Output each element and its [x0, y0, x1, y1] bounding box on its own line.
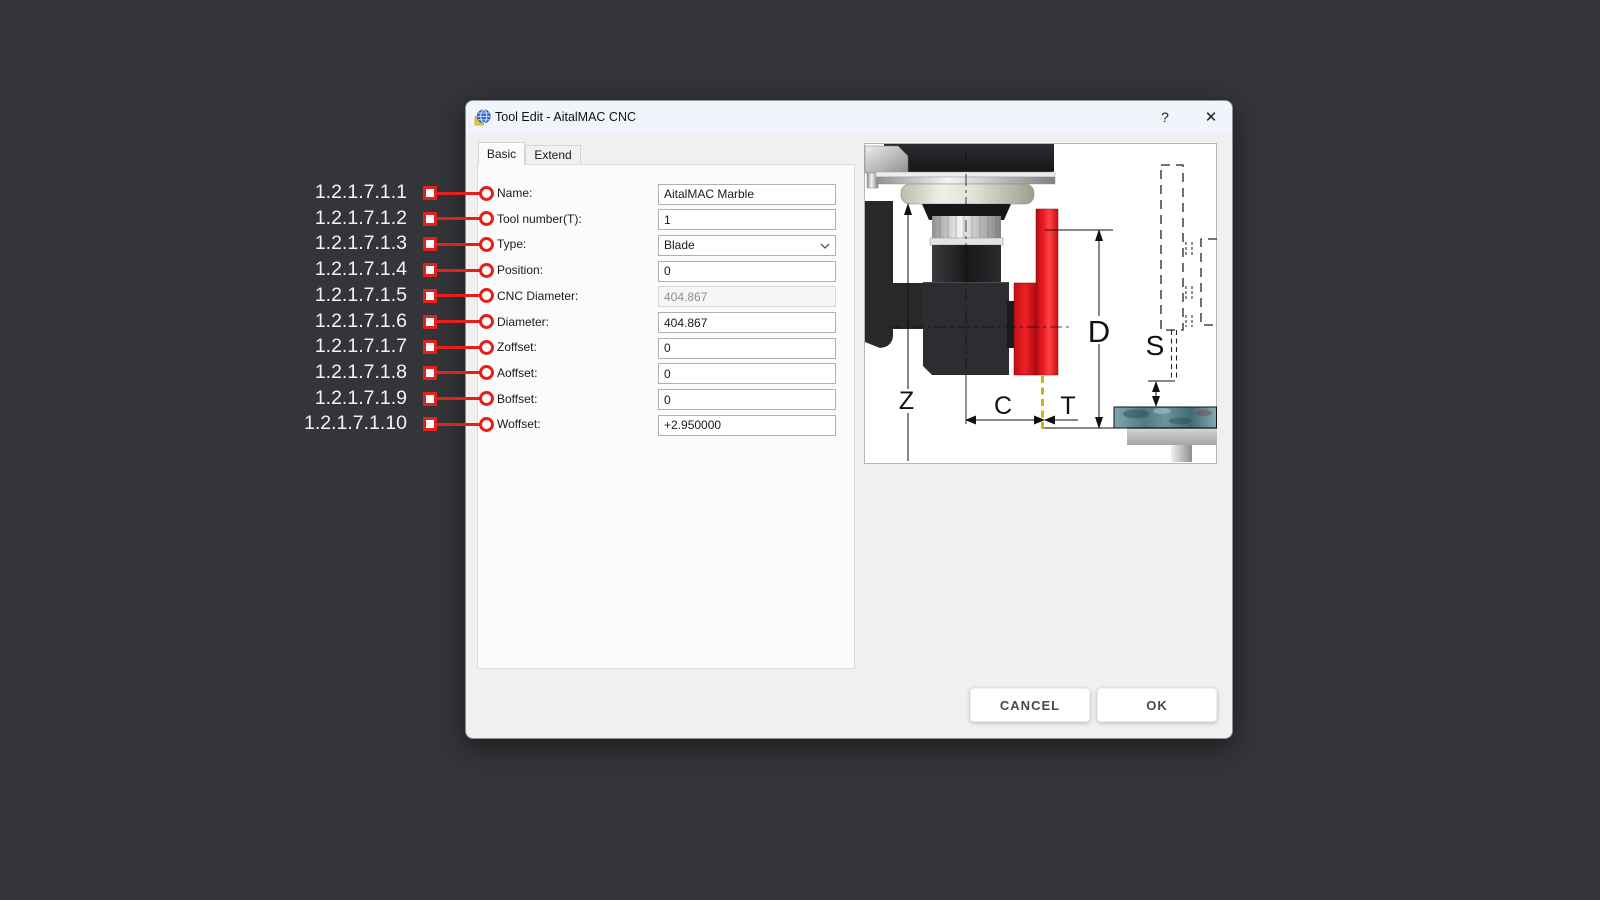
field-label-boffset: Boffset:: [497, 392, 537, 406]
dialog-title: Tool Edit - AitalMAC CNC: [495, 101, 636, 134]
callout-line: [436, 269, 480, 272]
field-label-position: Position:: [497, 263, 543, 277]
callout-line: [436, 371, 480, 374]
field-input-woffset[interactable]: [658, 415, 836, 436]
callout-label: 1.2.1.7.1.8: [315, 361, 407, 384]
tool-edit-dialog: Tool Edit - AitalMAC CNC ? ✕ Basic Exten…: [465, 100, 1233, 739]
callout-square-marker: [423, 263, 437, 277]
field-input-zoffset[interactable]: [658, 338, 836, 359]
close-button[interactable]: ✕: [1196, 101, 1226, 134]
dim-label-d: D: [1088, 314, 1110, 349]
tab-extend[interactable]: Extend: [525, 145, 581, 165]
field-label-type: Type:: [497, 237, 526, 251]
callout-square-marker: [423, 237, 437, 251]
callout-label: 1.2.1.7.1.6: [315, 310, 407, 333]
callout-label: 1.2.1.7.1.7: [315, 335, 407, 358]
chevron-down-icon: [820, 243, 830, 249]
field-input-tool-number-t[interactable]: [658, 209, 836, 230]
callout-line: [436, 397, 480, 400]
callout-line: [436, 294, 480, 297]
callout-circle-marker: [479, 391, 494, 406]
callout-line: [436, 320, 480, 323]
callout-line: [436, 423, 480, 426]
field-input-name[interactable]: [658, 184, 836, 205]
field-label-woffset: Woffset:: [497, 417, 541, 431]
callout-circle-marker: [479, 237, 494, 252]
field-input-boffset[interactable]: [658, 389, 836, 410]
callout-square-marker: [423, 392, 437, 406]
field-label-aoffset: Aoffset:: [497, 366, 537, 380]
callout-circle-marker: [479, 314, 494, 329]
callout-circle-marker: [479, 340, 494, 355]
callout-square-marker: [423, 417, 437, 431]
callout-label: 1.2.1.7.1.1: [315, 181, 407, 204]
field-label-zoffset: Zoffset:: [497, 340, 537, 354]
callout-square-marker: [423, 212, 437, 226]
callout-line: [436, 346, 480, 349]
globe-icon: [474, 109, 491, 126]
callout-square-marker: [423, 366, 437, 380]
desktop-background: Tool Edit - AitalMAC CNC ? ✕ Basic Exten…: [0, 0, 1600, 900]
cancel-button[interactable]: CANCEL: [970, 688, 1090, 722]
callout-circle-marker: [479, 186, 494, 201]
callout-square-marker: [423, 340, 437, 354]
callout-square-marker: [423, 186, 437, 200]
callout-label: 1.2.1.7.1.3: [315, 232, 407, 255]
callout-square-marker: [423, 289, 437, 303]
field-input-diameter[interactable]: [658, 312, 836, 333]
field-label-name: Name:: [497, 186, 532, 200]
dim-label-c: C: [994, 392, 1012, 420]
help-button[interactable]: ?: [1150, 101, 1180, 134]
callout-circle-marker: [479, 417, 494, 432]
callout-square-marker: [423, 315, 437, 329]
callout-line: [436, 243, 480, 246]
field-input-cnc-diameter: [658, 286, 836, 307]
title-bar: Tool Edit - AitalMAC CNC ? ✕: [466, 101, 1232, 134]
field-input-position[interactable]: [658, 261, 836, 282]
callout-label: 1.2.1.7.1.9: [315, 387, 407, 410]
callout-label: 1.2.1.7.1.10: [304, 412, 407, 435]
callout-label: 1.2.1.7.1.2: [315, 207, 407, 230]
dim-label-s: S: [1146, 330, 1165, 361]
callout-label: 1.2.1.7.1.4: [315, 258, 407, 281]
callout-line: [436, 217, 480, 220]
callout-line: [436, 192, 480, 195]
type-select-value: Blade: [664, 238, 695, 252]
type-select[interactable]: Blade: [658, 235, 836, 256]
tab-basic[interactable]: Basic: [478, 142, 525, 165]
field-label-tool-number-t: Tool number(T):: [497, 212, 582, 226]
field-label-diameter: Diameter:: [497, 315, 549, 329]
diagram-image: Z D C T S: [864, 143, 1217, 464]
callout-label: 1.2.1.7.1.5: [315, 284, 407, 307]
dim-label-z: Z: [899, 387, 914, 415]
dim-label-t: T: [1060, 392, 1075, 420]
ok-button[interactable]: OK: [1097, 688, 1217, 722]
field-label-cnc-diameter: CNC Diameter:: [497, 289, 578, 303]
callout-circle-marker: [479, 263, 494, 278]
field-input-aoffset[interactable]: [658, 363, 836, 384]
